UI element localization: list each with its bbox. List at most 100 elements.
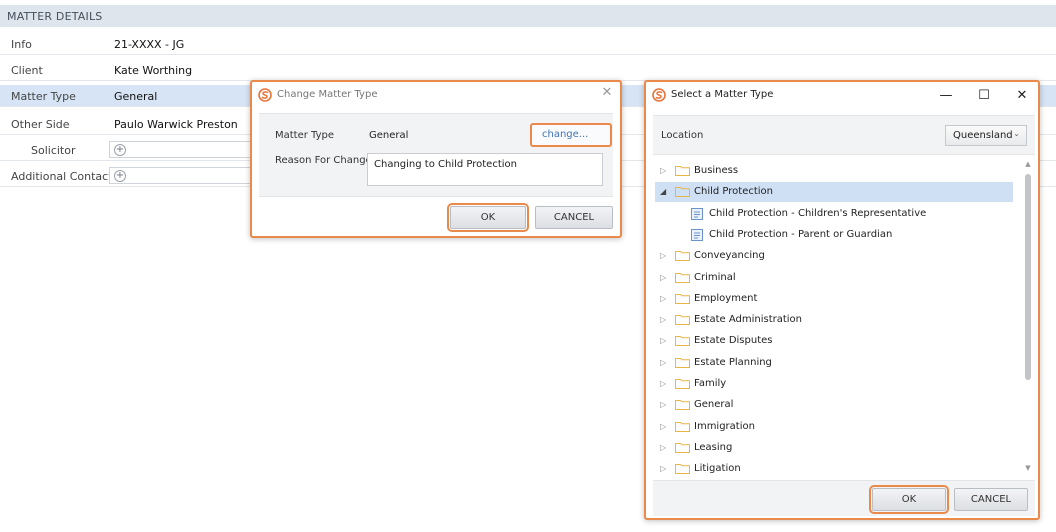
- folder-icon: [675, 379, 690, 389]
- tree-item-label: Child Protection - Parent or Guardian: [709, 228, 893, 240]
- tree-item-label: Estate Disputes: [694, 335, 773, 347]
- maximize-icon[interactable]: ☐: [976, 89, 992, 103]
- cancel-button[interactable]: CANCEL: [954, 488, 1028, 511]
- collapsed-arrow-icon[interactable]: ▷: [660, 422, 670, 432]
- reason-label: Reason For Change: [275, 155, 372, 166]
- folder-icon: [675, 293, 690, 304]
- tree-folder-item[interactable]: ▷ Family: [655, 374, 1013, 394]
- collapsed-arrow-icon[interactable]: ▷: [660, 315, 670, 325]
- scroll-up-icon[interactable]: ▲: [1023, 160, 1033, 168]
- collapsed-arrow-icon[interactable]: ▷: [660, 464, 670, 474]
- md-label: Additional Contact: [11, 170, 113, 183]
- tree-item-label: Leasing: [694, 441, 733, 453]
- collapsed-arrow-icon[interactable]: ▷: [660, 251, 670, 261]
- expanded-arrow-icon[interactable]: ◢: [660, 187, 670, 197]
- add-circle-icon[interactable]: +: [114, 170, 126, 182]
- minimize-icon[interactable]: —: [938, 89, 954, 103]
- scrollbar-thumb[interactable]: [1025, 174, 1031, 380]
- tree-folder-item[interactable]: ▷ Criminal: [655, 268, 1013, 288]
- location-value: Queensland: [953, 130, 1013, 141]
- ok-button[interactable]: OK: [869, 485, 949, 514]
- matter-details-header: MATTER DETAILS: [0, 5, 1056, 27]
- md-label: Info: [11, 38, 32, 51]
- tree-folder-item[interactable]: ▷ Business: [655, 161, 1013, 181]
- collapsed-arrow-icon[interactable]: ▷: [660, 294, 670, 304]
- md-value[interactable]: Paulo Warwick Preston: [114, 118, 238, 131]
- md-label: Matter Type: [11, 90, 76, 103]
- tree-item-label: Criminal: [694, 271, 736, 283]
- md-label: Client: [11, 64, 43, 77]
- app-logo-icon: [652, 88, 666, 102]
- tree-folder-item[interactable]: ▷ Estate Administration: [655, 310, 1013, 330]
- folder-icon: [675, 187, 690, 198]
- collapsed-arrow-icon[interactable]: ▷: [660, 400, 670, 410]
- change-matter-type-dialog: Change Matter Type ✕ Matter Type General…: [250, 80, 622, 238]
- tree-folder-item[interactable]: ◢ Child Protection: [655, 182, 1013, 203]
- tree-item-label: Business: [694, 165, 739, 176]
- md-value[interactable]: General: [114, 90, 157, 103]
- tree-folder-item[interactable]: ▷ General: [655, 395, 1013, 415]
- tree-item-label: Litigation: [694, 463, 741, 475]
- select-matter-type-dialog: Select a Matter Type — ☐ ✕ Location Quee…: [644, 80, 1040, 520]
- additional-contact-input[interactable]: +: [109, 167, 259, 184]
- location-label: Location: [661, 130, 704, 141]
- tree-folder-item[interactable]: ▷ Conveyancing: [655, 246, 1013, 266]
- tree-folder-item[interactable]: ▷ Litigation: [655, 459, 1013, 476]
- app-logo-icon: [258, 88, 272, 102]
- collapsed-arrow-icon[interactable]: ▷: [660, 273, 670, 283]
- folder-icon: [675, 166, 690, 176]
- tree-item-label: Estate Administration: [694, 314, 803, 326]
- close-icon[interactable]: ✕: [600, 86, 614, 100]
- template-icon: [691, 207, 703, 220]
- folder-icon: [675, 315, 690, 326]
- collapsed-arrow-icon[interactable]: ▷: [660, 379, 670, 389]
- dialog-title: Change Matter Type: [277, 89, 378, 100]
- dialog-title: Select a Matter Type: [671, 89, 774, 100]
- tree-scrollbar[interactable]: ▲ ▼: [1023, 158, 1033, 476]
- dialog-title-bar[interactable]: Select a Matter Type — ☐ ✕: [646, 82, 1038, 110]
- md-value[interactable]: 21-XXXX - JG: [114, 38, 184, 51]
- close-icon[interactable]: ✕: [1014, 89, 1030, 103]
- tree-item-label: Immigration: [694, 420, 755, 432]
- tree-folder-item[interactable]: ▷ Leasing: [655, 438, 1013, 458]
- location-bar: Location Queensland ⌄: [653, 115, 1035, 155]
- reason-input[interactable]: Changing to Child Protection: [367, 153, 603, 186]
- ok-button[interactable]: OK: [447, 203, 529, 232]
- dialog-title-bar[interactable]: Change Matter Type ✕: [252, 82, 620, 110]
- folder-icon: [675, 400, 690, 411]
- add-circle-icon[interactable]: +: [114, 144, 126, 156]
- location-select[interactable]: Queensland ⌄: [945, 125, 1027, 146]
- collapsed-arrow-icon[interactable]: ▷: [660, 443, 670, 453]
- tree-item-label: General: [694, 399, 734, 411]
- scroll-down-icon[interactable]: ▼: [1023, 464, 1033, 472]
- tree-item-label: Conveyancing: [694, 250, 765, 262]
- tree-item-label: Estate Planning: [694, 356, 772, 368]
- change-link-button[interactable]: change...: [530, 123, 612, 147]
- md-label: Solicitor: [31, 144, 76, 157]
- matter-type-value: General: [369, 130, 409, 141]
- collapsed-arrow-icon[interactable]: ▷: [660, 166, 670, 176]
- solicitor-input[interactable]: +: [109, 141, 259, 158]
- md-row-info: Info 21-XXXX - JG: [0, 33, 1056, 55]
- folder-icon: [675, 336, 690, 347]
- tree-template-item[interactable]: Child Protection - Children's Representa…: [655, 204, 1013, 224]
- tree-folder-item[interactable]: ▷ Estate Disputes: [655, 331, 1013, 351]
- template-icon: [691, 228, 703, 241]
- matter-type-tree[interactable]: ▷ Business ◢ Child Protection Child Protecti…: [655, 158, 1025, 476]
- folder-icon: [675, 272, 690, 283]
- tree-template-item[interactable]: Child Protection - Parent or Guardian: [655, 225, 1013, 245]
- md-value[interactable]: Kate Worthing: [114, 64, 192, 77]
- collapsed-arrow-icon[interactable]: ▷: [660, 336, 670, 346]
- tree-folder-item[interactable]: ▷ Employment: [655, 289, 1013, 309]
- matter-type-label: Matter Type: [275, 130, 335, 141]
- folder-icon: [675, 464, 690, 475]
- cancel-button[interactable]: CANCEL: [535, 206, 613, 229]
- collapsed-arrow-icon[interactable]: ▷: [660, 358, 670, 368]
- tree-folder-item[interactable]: ▷ Immigration: [655, 417, 1013, 437]
- tree-folder-item[interactable]: ▷ Estate Planning: [655, 353, 1013, 373]
- folder-icon: [675, 421, 690, 432]
- md-row-client: Client Kate Worthing: [0, 59, 1056, 81]
- folder-icon: [675, 251, 690, 262]
- tree-item-label: Child Protection: [694, 186, 773, 198]
- tree-item-label: Family: [694, 378, 727, 389]
